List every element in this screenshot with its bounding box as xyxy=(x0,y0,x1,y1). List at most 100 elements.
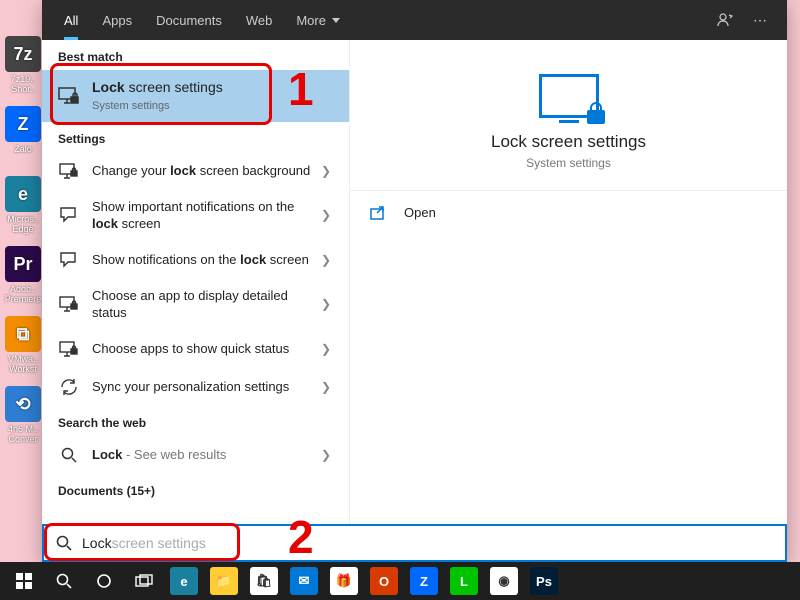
search-icon xyxy=(56,535,72,551)
app-icon: O xyxy=(370,567,398,595)
result-title: Show important notifications on the lock… xyxy=(92,198,315,233)
tab-web[interactable]: Web xyxy=(234,0,285,40)
app-icon: Pr xyxy=(5,246,41,282)
search-autocomplete-ghost: screen settings xyxy=(112,535,206,551)
open-label: Open xyxy=(404,205,436,220)
results-list: Best match Lock screen settings System s… xyxy=(42,40,350,562)
result-title: Lock screen settings System settings xyxy=(92,78,337,114)
result-title: Change your lock screen background xyxy=(92,162,315,180)
tab-label: Apps xyxy=(102,13,132,28)
taskbar-app-office[interactable]: O xyxy=(364,562,404,600)
desktop-shortcut[interactable]: PrAdob.. Premiere xyxy=(3,246,43,304)
result-title: Choose apps to show quick status xyxy=(92,340,315,358)
setting-icon xyxy=(58,160,80,182)
section-best-match: Best match xyxy=(42,40,349,70)
monitor-lock-icon xyxy=(539,74,599,118)
preview-title: Lock screen settings xyxy=(370,132,767,152)
result-setting[interactable]: Choose apps to show quick status❯ xyxy=(42,330,349,368)
result-title: Sync your personalization settings xyxy=(92,378,315,396)
setting-icon xyxy=(58,376,80,398)
tab-apps[interactable]: Apps xyxy=(90,0,144,40)
section-settings: Settings xyxy=(42,122,349,152)
taskbar-search-icon[interactable] xyxy=(44,562,84,600)
shortcut-label: VMwa.. Workst xyxy=(3,354,43,374)
taskbar: e 📁 🛍 ✉ 🎁 OZL◉Ps xyxy=(0,562,800,600)
open-action[interactable]: Open xyxy=(350,191,787,234)
taskbar-app-mail[interactable]: ✉ xyxy=(284,562,324,600)
setting-icon xyxy=(58,204,80,226)
preview-hero: Lock screen settings System settings xyxy=(350,40,787,191)
tab-documents[interactable]: Documents xyxy=(144,0,234,40)
app-icon: Z xyxy=(410,567,438,595)
feedback-icon[interactable] xyxy=(707,12,743,28)
preview-subtitle: System settings xyxy=(370,156,767,170)
taskbar-app-store[interactable]: 🛍 xyxy=(244,562,284,600)
result-subtitle: System settings xyxy=(92,99,337,114)
app-icon: ⧉ xyxy=(5,316,41,352)
result-setting[interactable]: Sync your personalization settings❯ xyxy=(42,368,349,406)
app-icon: ⟲ xyxy=(5,386,41,422)
tab-label: All xyxy=(64,13,78,28)
result-setting[interactable]: Show important notifications on the lock… xyxy=(42,190,349,241)
result-setting[interactable]: Show notifications on the lock screen❯ xyxy=(42,241,349,279)
app-icon: L xyxy=(450,567,478,595)
app-icon: e xyxy=(170,567,198,595)
search-input[interactable]: Lock screen settings xyxy=(42,524,787,562)
chevron-right-icon: ❯ xyxy=(315,164,337,178)
chevron-right-icon: ❯ xyxy=(315,380,337,394)
result-title: Lock - See web results xyxy=(92,446,315,464)
shortcut-label: Micros.. Edge xyxy=(3,214,43,234)
app-icon: 🎁 xyxy=(330,567,358,595)
shortcut-label: Zalo xyxy=(3,144,43,154)
shortcut-label: 4n6 M.. Conver xyxy=(3,424,43,444)
result-lock-screen-settings[interactable]: Lock screen settings System settings xyxy=(42,70,349,122)
tab-label: Documents xyxy=(156,13,222,28)
app-icon: 7z xyxy=(5,36,41,72)
taskbar-app-gift[interactable]: 🎁 xyxy=(324,562,364,600)
cortana-icon[interactable] xyxy=(84,562,124,600)
desktop-shortcut[interactable]: ZZalo xyxy=(3,106,43,154)
shortcut-label: Adob.. Premiere xyxy=(3,284,43,304)
result-setting[interactable]: Change your lock screen background❯ xyxy=(42,152,349,190)
chevron-down-icon xyxy=(332,18,340,23)
result-web-lock[interactable]: Lock - See web results ❯ xyxy=(42,436,349,474)
search-typed-text: Lock xyxy=(82,535,112,551)
desktop-shortcut[interactable]: 7z7z19.. Shor.. xyxy=(3,36,43,94)
chevron-right-icon: ❯ xyxy=(315,208,337,222)
setting-icon xyxy=(58,249,80,271)
result-setting[interactable]: Choose an app to display detailed status… xyxy=(42,279,349,330)
tab-more[interactable]: More xyxy=(284,0,352,40)
tab-label: More xyxy=(296,13,326,28)
taskbar-app-line[interactable]: L xyxy=(444,562,484,600)
desktop-shortcut[interactable]: ⟲4n6 M.. Conver xyxy=(3,386,43,444)
result-title: Choose an app to display detailed status xyxy=(92,287,315,322)
more-options-icon[interactable]: ⋯ xyxy=(743,12,777,29)
monitor-lock-icon xyxy=(58,85,80,107)
taskbar-app-photoshop[interactable]: Ps xyxy=(524,562,564,600)
result-preview: Lock screen settings System settings Ope… xyxy=(350,40,787,562)
result-title: Show notifications on the lock screen xyxy=(92,251,315,269)
chevron-right-icon: ❯ xyxy=(315,297,337,311)
chevron-right-icon: ❯ xyxy=(315,253,337,267)
app-icon: ✉ xyxy=(290,567,318,595)
tab-label: Web xyxy=(246,13,273,28)
open-icon xyxy=(370,206,390,220)
app-icon: 📁 xyxy=(210,567,238,595)
app-icon: Ps xyxy=(530,567,558,595)
taskbar-app-edge[interactable]: e xyxy=(164,562,204,600)
app-icon: e xyxy=(5,176,41,212)
start-button[interactable] xyxy=(4,562,44,600)
chevron-right-icon: ❯ xyxy=(315,448,337,462)
desktop-shortcut[interactable]: ⧉VMwa.. Workst xyxy=(3,316,43,374)
taskbar-app-explorer[interactable]: 📁 xyxy=(204,562,244,600)
section-documents: Documents (15+) xyxy=(42,474,349,504)
shortcut-label: 7z19.. Shor.. xyxy=(3,74,43,94)
section-search-web: Search the web xyxy=(42,406,349,436)
app-icon: 🛍 xyxy=(250,567,278,595)
setting-icon xyxy=(58,338,80,360)
desktop-shortcut[interactable]: eMicros.. Edge xyxy=(3,176,43,234)
taskbar-app-chrome[interactable]: ◉ xyxy=(484,562,524,600)
task-view-icon[interactable] xyxy=(124,562,164,600)
tab-all[interactable]: All xyxy=(52,0,90,40)
taskbar-app-zalo[interactable]: Z xyxy=(404,562,444,600)
